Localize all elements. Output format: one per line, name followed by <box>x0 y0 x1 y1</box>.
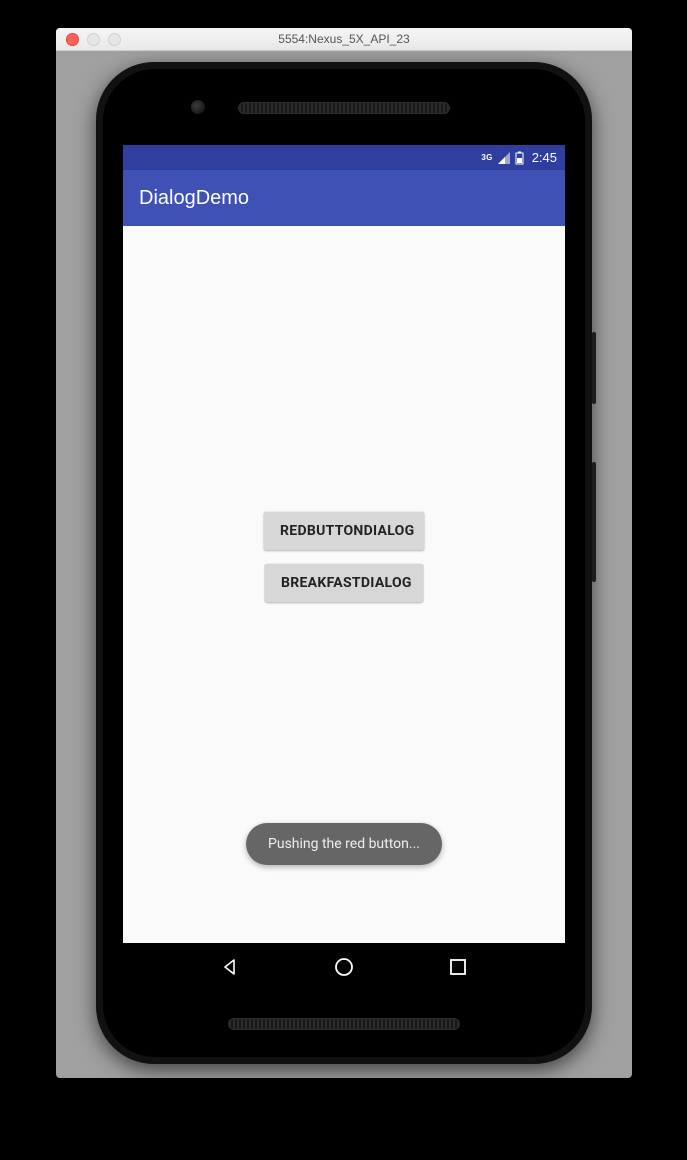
app-bar: DialogDemo <box>123 170 565 226</box>
phone-screen: 3G 2:45 DialogDemo RE <box>123 145 565 991</box>
statusbar-clock: 2:45 <box>532 150 557 165</box>
app-content: REDBUTTONDIALOG BREAKFASTDIALOG Pushing … <box>123 226 565 943</box>
window-close-button[interactable] <box>66 33 79 46</box>
nav-home-button[interactable] <box>333 956 355 978</box>
phone-frame: 3G 2:45 DialogDemo RE <box>96 62 592 1064</box>
android-statusbar[interactable]: 3G 2:45 <box>123 145 565 170</box>
battery-icon <box>515 151 524 165</box>
phone-earpiece <box>238 102 450 114</box>
phone-camera <box>191 100 205 114</box>
toast-message: Pushing the red button... <box>246 823 442 865</box>
phone-volume-button <box>592 462 596 582</box>
redbutton-dialog-button[interactable]: REDBUTTONDIALOG <box>264 512 424 550</box>
window-zoom-button[interactable] <box>108 33 121 46</box>
emulator-window: 5554:Nexus_5X_API_23 3G <box>56 28 632 1078</box>
breakfast-dialog-button[interactable]: BREAKFASTDIALOG <box>265 564 423 602</box>
phone-speaker <box>228 1018 460 1030</box>
window-titlebar[interactable]: 5554:Nexus_5X_API_23 <box>56 28 632 51</box>
network-type-label: 3G <box>481 154 492 162</box>
window-minimize-button[interactable] <box>87 33 100 46</box>
signal-icon <box>497 151 511 165</box>
window-title: 5554:Nexus_5X_API_23 <box>56 32 632 46</box>
phone-power-button <box>592 332 596 404</box>
app-title: DialogDemo <box>139 187 249 210</box>
nav-back-button[interactable] <box>219 956 241 978</box>
android-navbar <box>123 943 565 991</box>
nav-recents-button[interactable] <box>447 956 469 978</box>
